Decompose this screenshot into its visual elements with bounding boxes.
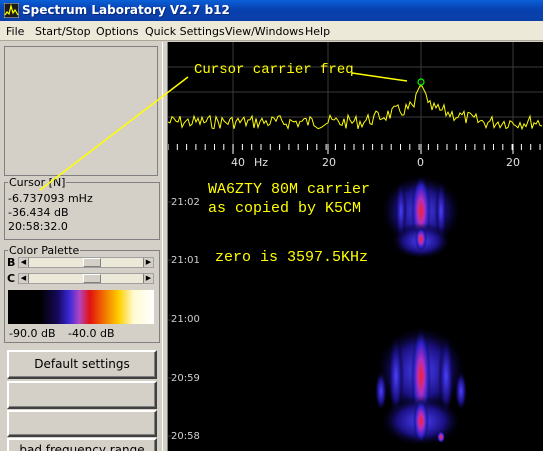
bad-frequency-range-button[interactable]: bad frequency range bbox=[7, 438, 157, 451]
cursor-time: 20:58:32.0 bbox=[8, 220, 68, 233]
brightness-slider[interactable]: ◀ ▶ bbox=[18, 257, 154, 268]
contrast-slider[interactable]: ◀ ▶ bbox=[18, 273, 154, 284]
freq-tick-label-20-left: 20 bbox=[322, 156, 336, 169]
frequency-axis: 40 Hz 20 0 20 bbox=[167, 144, 543, 171]
freq-tick-label-0: 0 bbox=[417, 156, 424, 169]
waterfall-display[interactable]: 21:02 21:01 21:00 20:59 20:58 WA6ZTY 80M… bbox=[168, 171, 543, 451]
window-title: Spectrum Laboratory V2.7 b12 bbox=[22, 3, 230, 17]
menu-view-windows[interactable]: View/Windows bbox=[225, 25, 304, 38]
menu-help[interactable]: Help bbox=[305, 25, 330, 38]
cursor-level: -36.434 dB bbox=[8, 206, 69, 219]
title-bar: Spectrum Laboratory V2.7 b12 bbox=[0, 0, 543, 21]
default-settings-button[interactable]: Default settings bbox=[7, 350, 157, 379]
cursor-group-label: Cursor [N] bbox=[8, 176, 67, 189]
waterfall-signal-blob bbox=[415, 227, 427, 251]
frequency-ticks bbox=[167, 144, 541, 154]
time-label-2058: 20:58 bbox=[171, 431, 200, 442]
blank-button-2[interactable] bbox=[7, 410, 157, 437]
brightness-left-arrow-icon[interactable]: ◀ bbox=[19, 258, 29, 267]
menu-options[interactable]: Options bbox=[96, 25, 138, 38]
color-palette-bar bbox=[8, 290, 154, 324]
menu-quick-settings[interactable]: Quick Settings bbox=[145, 25, 225, 38]
blank-button-1[interactable] bbox=[7, 381, 157, 409]
time-label-2100: 21:00 bbox=[171, 314, 200, 325]
freq-tick-label-20-right: 20 bbox=[506, 156, 520, 169]
annotation-pointer-line bbox=[351, 72, 408, 82]
menu-start-stop[interactable]: Start/Stop bbox=[35, 25, 91, 38]
palette-min-label: -90.0 dB bbox=[9, 327, 56, 340]
waterfall-signal-blob bbox=[413, 399, 429, 443]
app-icon bbox=[4, 3, 19, 18]
palette-max-label: -40.0 dB bbox=[68, 327, 115, 340]
time-label-2102: 21:02 bbox=[171, 197, 200, 208]
time-label-2059: 20:59 bbox=[171, 373, 200, 384]
waterfall-annotation-line-1: WA6ZTY 80M carrier bbox=[208, 181, 371, 198]
contrast-slider-thumb[interactable] bbox=[83, 274, 101, 283]
waterfall-signal-blob bbox=[375, 371, 387, 411]
spectrum-display[interactable]: Cursor carrier freq bbox=[167, 42, 543, 144]
spectrum-annotation: Cursor carrier freq bbox=[194, 62, 354, 78]
brightness-right-arrow-icon[interactable]: ▶ bbox=[143, 258, 153, 267]
menu-file[interactable]: File bbox=[6, 25, 24, 38]
waterfall-signal-blob bbox=[437, 431, 445, 443]
contrast-label: C bbox=[7, 272, 16, 285]
waterfall-signal-blob bbox=[455, 371, 467, 411]
contrast-right-arrow-icon[interactable]: ▶ bbox=[143, 274, 153, 283]
menu-bar: File Start/Stop Options Quick Settings V… bbox=[0, 21, 543, 41]
cursor-frequency: -6.737093 mHz bbox=[8, 192, 93, 205]
freq-tick-label-40: 40 bbox=[231, 156, 245, 169]
waterfall-annotation-line-2: as copied by K5CM bbox=[208, 200, 362, 217]
time-label-2101: 21:01 bbox=[171, 255, 200, 266]
color-palette-label: Color Palette bbox=[8, 244, 81, 257]
brightness-label: B bbox=[7, 256, 16, 269]
left-top-box bbox=[4, 46, 158, 176]
brightness-slider-thumb[interactable] bbox=[83, 258, 101, 267]
zero-frequency-note: zero is 3597.5KHz bbox=[215, 249, 369, 266]
spectrum-graph bbox=[167, 42, 543, 144]
contrast-left-arrow-icon[interactable]: ◀ bbox=[19, 274, 29, 283]
freq-unit-label: Hz bbox=[254, 156, 269, 169]
